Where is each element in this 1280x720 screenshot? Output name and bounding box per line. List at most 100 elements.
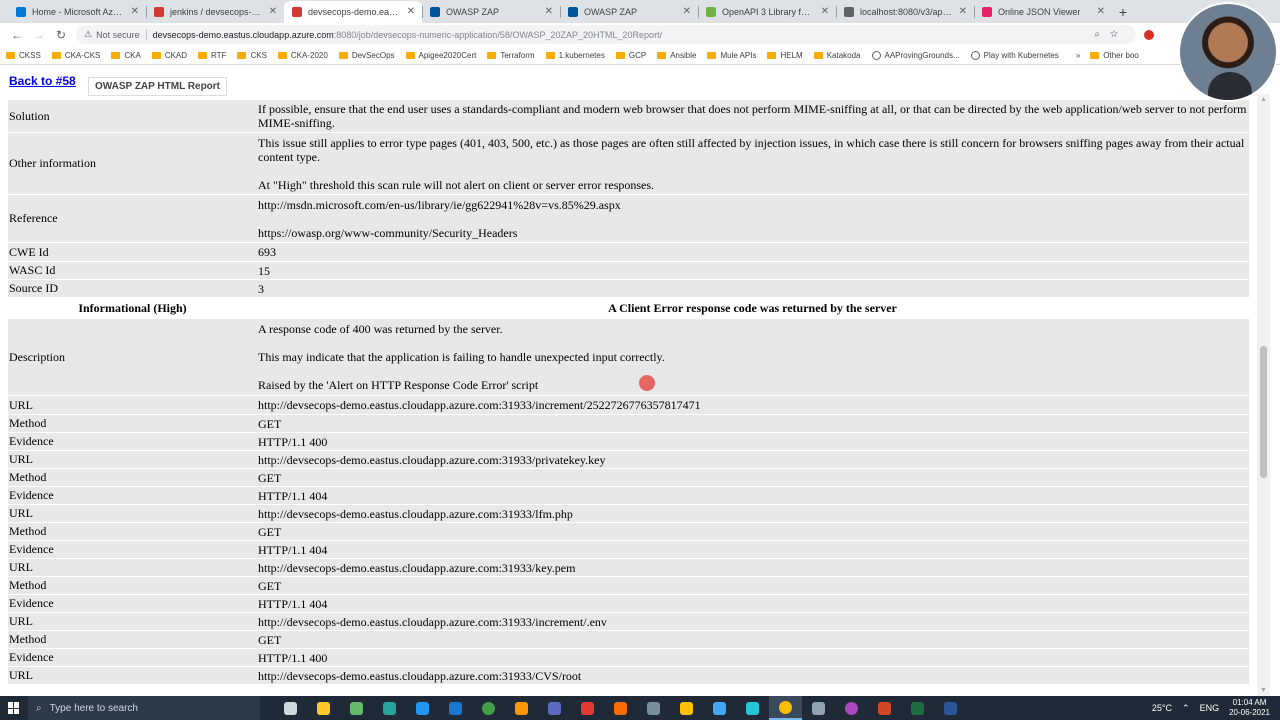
scroll-up-icon[interactable]: ▲ <box>1260 96 1267 103</box>
taskbar-app-app-grid[interactable] <box>373 696 406 720</box>
taskbar-app-app-green-circle[interactable] <box>472 696 505 720</box>
browser-tab[interactable]: devsecops-demo.eastus.clo ✕ <box>284 1 422 23</box>
close-tab-icon[interactable]: ✕ <box>959 6 967 17</box>
taskbar-app-vscode[interactable] <box>406 696 439 720</box>
taskbar-app-folder[interactable] <box>670 696 703 720</box>
address-bar[interactable]: ⚠ Not secure devsecops-demo.eastus.cloud… <box>76 25 1136 44</box>
close-tab-icon[interactable]: ✕ <box>269 6 277 17</box>
bookmark-item[interactable]: Terraform <box>487 51 535 60</box>
bookmark-item[interactable]: RTF <box>198 51 226 60</box>
browser-tab[interactable]: jenkins / devsecops-numeric ✕ <box>146 1 284 23</box>
bookmark-label: CKS <box>250 50 267 60</box>
table-row: Evidence HTTP/1.1 400 <box>8 433 1249 451</box>
taskbar-app-app-dark[interactable] <box>802 696 835 720</box>
bookmarks-overflow-button[interactable]: » <box>1076 51 1080 60</box>
bookmark-label: 1.kubernetes <box>558 50 605 60</box>
bookmark-item[interactable]: CKS <box>237 50 267 60</box>
table-row: URL http://devsecops-demo.eastus.cloudapp… <box>8 559 1249 577</box>
other-bookmarks[interactable]: Other boo <box>1090 51 1139 60</box>
security-label[interactable]: Not secure <box>96 30 140 40</box>
taskbar-app-screen-app[interactable] <box>637 696 670 720</box>
taskbar-app-excel[interactable] <box>901 696 934 720</box>
browser-tab[interactable]: Home - Microsoft Azure ✕ <box>8 1 146 23</box>
scroll-down-icon[interactable]: ▼ <box>1260 687 1267 694</box>
close-tab-icon[interactable]: ✕ <box>131 6 139 17</box>
spring-icon <box>706 7 716 17</box>
bookmark-item[interactable]: AAProvingGrounds... <box>871 50 960 60</box>
row-value-text: A Client Error response code was returne… <box>608 301 897 315</box>
taskbar-search[interactable]: ⌕ Type here to search <box>28 696 260 720</box>
bookmark-item[interactable]: Katakoda <box>813 51 861 60</box>
bookmark-item[interactable]: CKA-CKS <box>51 51 100 60</box>
row-value-text: http://devsecops-demo.eastus.cloudapp.az… <box>258 614 607 629</box>
taskbar-app-word[interactable] <box>934 696 967 720</box>
bookmark-item[interactable]: DevSecOps <box>338 51 395 60</box>
row-value: GET <box>258 417 1249 431</box>
taskbar-app-github[interactable] <box>835 696 868 720</box>
row-value-text: 15 <box>258 263 270 278</box>
bookmark-item[interactable]: CKA-2020 <box>277 51 328 60</box>
start-button[interactable] <box>0 696 28 720</box>
taskbar-app-outlook[interactable] <box>439 696 472 720</box>
row-value: 3 <box>258 282 1249 296</box>
row-value: 693 <box>258 245 1249 259</box>
back-to-build-link[interactable]: Back to #58 <box>9 74 76 88</box>
weather-text[interactable]: 25°C <box>1152 703 1172 713</box>
new-tab-button[interactable]: + <box>1112 1 1134 23</box>
taskbar-app-app-red[interactable] <box>571 696 604 720</box>
bookmark-item[interactable]: Play with Kubernetes <box>970 50 1059 60</box>
taskbar-app-powerpoint[interactable] <box>868 696 901 720</box>
browser-tab[interactable]: OpenAPI 3 Library for sprin ✕ <box>698 1 836 23</box>
row-label: Solution <box>9 108 50 123</box>
bookmark-item[interactable]: CKSS <box>6 51 41 60</box>
browser-tab[interactable]: OWASP ZAP ✕ <box>560 1 698 23</box>
browser-tab[interactable]: OWASP ZAP ✕ <box>422 1 560 23</box>
bookmark-item[interactable]: CKAD <box>151 51 187 60</box>
bookmark-item[interactable]: Apigee2020Cert <box>405 51 476 60</box>
folder-icon <box>545 51 555 59</box>
file-explorer-icon <box>317 701 330 715</box>
row-value-text: If possible, ensure that the end user us… <box>258 102 1247 130</box>
clock[interactable]: 01:04 AM 20-06-2021 <box>1229 698 1270 718</box>
forward-arrow-icon[interactable]: → <box>28 28 50 42</box>
row-value-text: GET <box>258 470 282 485</box>
extension-icon[interactable] <box>1144 29 1154 40</box>
row-value-text: http://devsecops-demo.eastus.cloudapp.az… <box>258 506 573 521</box>
close-tab-icon[interactable]: ✕ <box>407 6 415 17</box>
close-tab-icon[interactable]: ✕ <box>545 6 553 17</box>
close-tab-icon[interactable]: ✕ <box>683 6 691 17</box>
taskbar-app-app-green[interactable] <box>340 696 373 720</box>
reload-icon[interactable]: ↻ <box>50 28 72 42</box>
row-label: Method <box>9 470 47 484</box>
taskbar-app-app-terminal[interactable] <box>736 696 769 720</box>
close-tab-icon[interactable]: ✕ <box>821 6 829 17</box>
zoom-icon[interactable]: ⌕☆ <box>1094 29 1128 40</box>
bookmark-item[interactable]: HELM <box>767 51 803 60</box>
bookmark-label: Ansible <box>670 50 697 60</box>
bookmark-item[interactable]: GCP <box>615 51 646 60</box>
taskbar-app-file-explorer[interactable] <box>307 696 340 720</box>
alert-detail-table: Solution If possible, ensure that the end… <box>8 100 1249 685</box>
taskbar-app-task-view[interactable] <box>274 696 307 720</box>
browser-tab[interactable]: localhost:8080/v3/api-docs ✕ <box>836 1 974 23</box>
warning-icon[interactable]: ⚠ <box>84 29 92 40</box>
bookmark-item[interactable]: Ansible <box>657 51 696 60</box>
vertical-scrollbar[interactable]: ▲ ▼ <box>1257 94 1270 696</box>
taskbar-app-chrome[interactable] <box>769 696 802 720</box>
back-arrow-icon[interactable]: ← <box>6 28 28 42</box>
close-tab-icon[interactable]: ✕ <box>1097 6 1105 17</box>
scrollbar-thumb[interactable] <box>1260 346 1267 478</box>
taskbar-app-eclipse[interactable] <box>538 696 571 720</box>
taskbar-app-postman[interactable] <box>604 696 637 720</box>
taskbar-app-app-tools[interactable] <box>703 696 736 720</box>
bookmark-item[interactable]: Mule APIs <box>707 51 756 60</box>
folder-icon <box>277 51 287 59</box>
browser-tab[interactable]: Online JSON Viewer ✕ <box>974 1 1112 23</box>
bookmark-item[interactable]: 1.kubernetes <box>545 50 605 60</box>
tray-chevron-icon[interactable]: ⌃ <box>1182 703 1190 714</box>
taskbar-app-sublime[interactable] <box>505 696 538 720</box>
folder-icon <box>680 701 693 715</box>
bookmark-item[interactable]: CKA <box>111 51 141 60</box>
language-indicator[interactable]: ENG <box>1200 703 1220 713</box>
report-title: OWASP ZAP HTML Report <box>88 77 228 96</box>
